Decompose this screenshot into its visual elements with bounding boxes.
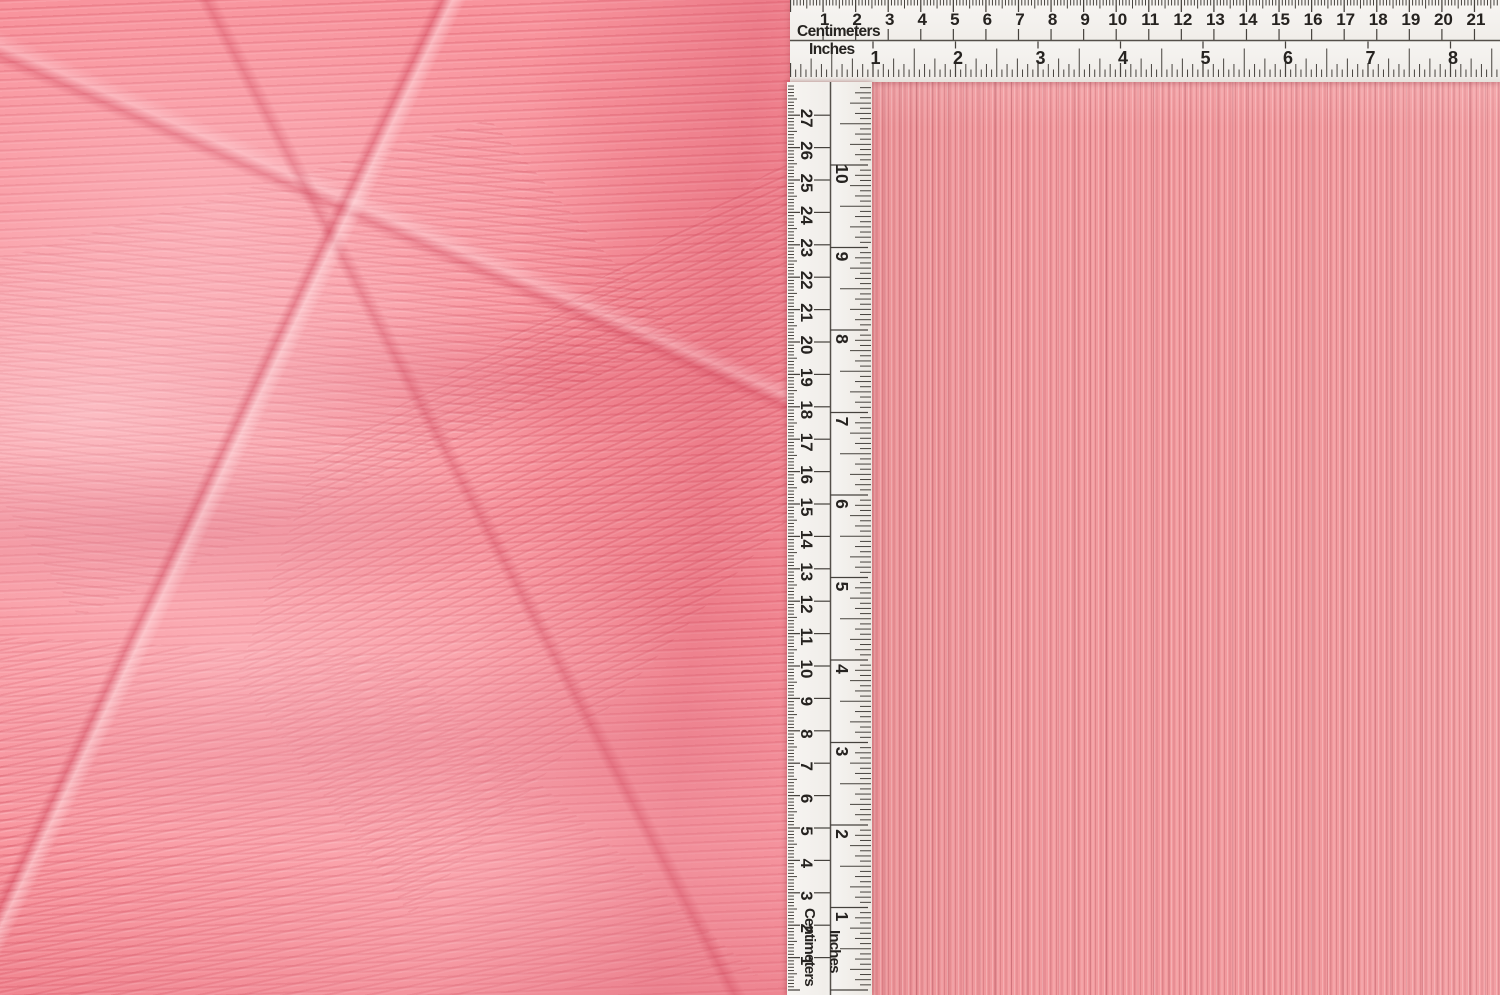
svg-text:27: 27	[797, 109, 816, 128]
svg-text:17: 17	[797, 433, 816, 452]
svg-text:11: 11	[797, 628, 816, 646]
svg-text:6: 6	[832, 499, 852, 509]
svg-text:3: 3	[1035, 48, 1045, 68]
svg-text:13: 13	[1206, 10, 1225, 29]
horizontal-ruler: 1234567891011121314151617181920211234567…	[790, 0, 1500, 82]
svg-text:7: 7	[797, 761, 816, 770]
svg-text:15: 15	[1271, 10, 1290, 29]
svg-text:4: 4	[1118, 48, 1128, 68]
svg-text:20: 20	[1434, 10, 1453, 29]
svg-text:2: 2	[832, 829, 852, 839]
vertical-inches-label: Inches	[827, 930, 842, 973]
svg-text:10: 10	[1108, 10, 1127, 29]
svg-text:5: 5	[797, 826, 816, 835]
vertical-ruler: 1234567891011121314151617181920212223242…	[787, 82, 872, 995]
svg-text:8: 8	[832, 334, 852, 344]
svg-text:7: 7	[1015, 10, 1024, 29]
svg-text:5: 5	[1200, 48, 1210, 68]
svg-text:3: 3	[885, 10, 894, 29]
svg-text:12: 12	[1173, 10, 1192, 29]
flat-fabric-swatch	[871, 78, 1500, 995]
svg-text:22: 22	[797, 271, 816, 290]
svg-text:24: 24	[797, 206, 816, 225]
svg-text:12: 12	[797, 595, 816, 614]
vertical-centimeters-label: Centimeters	[802, 908, 817, 986]
svg-text:19: 19	[1401, 10, 1420, 29]
svg-text:8: 8	[1048, 10, 1057, 29]
svg-text:7: 7	[1365, 48, 1375, 68]
svg-text:21: 21	[1467, 10, 1486, 29]
svg-text:17: 17	[1336, 10, 1355, 29]
svg-text:6: 6	[1283, 48, 1293, 68]
svg-text:10: 10	[797, 660, 816, 679]
svg-text:23: 23	[797, 238, 816, 257]
svg-text:3: 3	[797, 891, 816, 900]
fabric-photo: 1234567891011121314151617181920211234567…	[0, 0, 1500, 995]
svg-text:1: 1	[870, 48, 880, 68]
draped-fabric	[0, 0, 790, 995]
svg-text:4: 4	[832, 664, 852, 674]
svg-text:2: 2	[953, 48, 963, 68]
svg-text:16: 16	[797, 465, 816, 484]
svg-text:11: 11	[1141, 10, 1159, 29]
svg-text:8: 8	[1448, 48, 1458, 68]
horizontal-ruler-scale: 1234567891011121314151617181920211234567…	[790, 0, 1500, 82]
svg-text:8: 8	[797, 729, 816, 738]
svg-text:6: 6	[797, 794, 816, 803]
svg-text:7: 7	[832, 417, 852, 427]
svg-text:26: 26	[797, 141, 816, 160]
svg-text:4: 4	[918, 10, 928, 29]
svg-text:14: 14	[1239, 10, 1258, 29]
svg-text:13: 13	[797, 562, 816, 581]
svg-text:16: 16	[1304, 10, 1323, 29]
svg-text:20: 20	[797, 336, 816, 355]
horizontal-centimeters-label: Centimeters	[797, 24, 880, 40]
svg-text:9: 9	[1080, 10, 1089, 29]
svg-text:6: 6	[983, 10, 992, 29]
svg-text:5: 5	[832, 582, 852, 592]
horizontal-inches-label: Inches	[809, 42, 855, 58]
svg-text:25: 25	[797, 174, 816, 193]
fabric-fold-shading	[0, 0, 790, 995]
svg-text:10: 10	[832, 164, 852, 184]
svg-text:1: 1	[832, 912, 852, 922]
svg-text:14: 14	[797, 530, 816, 549]
svg-text:4: 4	[797, 859, 816, 869]
svg-text:18: 18	[1369, 10, 1388, 29]
svg-text:9: 9	[797, 697, 816, 706]
svg-text:21: 21	[797, 303, 816, 322]
svg-text:18: 18	[797, 400, 816, 419]
svg-text:15: 15	[797, 498, 816, 517]
vertical-ruler-scale: 1234567891011121314151617181920212223242…	[787, 82, 872, 995]
svg-text:19: 19	[797, 368, 816, 387]
svg-text:9: 9	[832, 252, 852, 262]
svg-text:3: 3	[832, 747, 852, 757]
svg-text:5: 5	[950, 10, 959, 29]
